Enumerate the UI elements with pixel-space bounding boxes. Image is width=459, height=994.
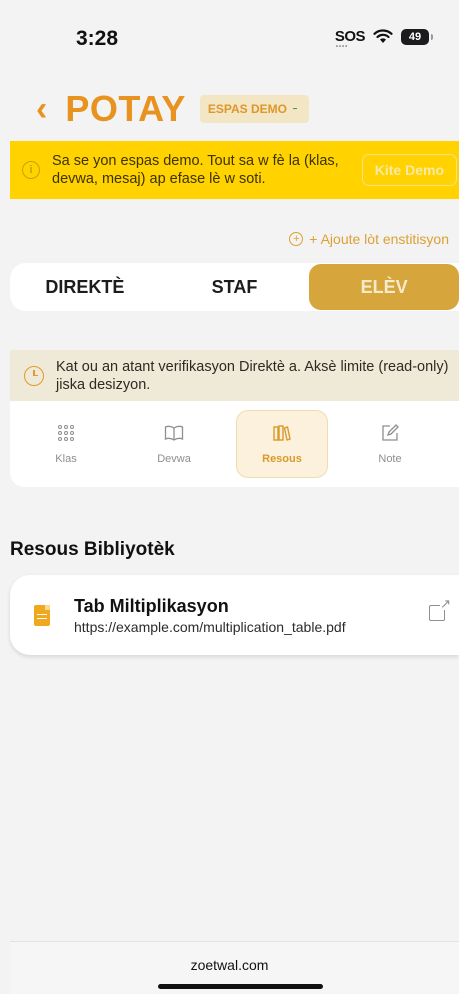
role-tabs: DIREKTÈ STAF ELÈV xyxy=(10,263,459,311)
sos-label: SOS xyxy=(334,28,366,45)
status-time: 3:28 xyxy=(76,27,119,50)
tab-director[interactable]: DIREKTÈ xyxy=(10,263,160,311)
tab-resources[interactable]: Resous xyxy=(236,410,328,478)
status-indicators: SOS •••• 49 xyxy=(334,28,433,50)
page-title: POTAY xyxy=(65,88,186,129)
resources-heading: Resous Bibliyotèk xyxy=(10,539,175,560)
tab-student[interactable]: ELÈV xyxy=(309,264,459,310)
grid-icon xyxy=(58,423,74,443)
resource-card[interactable]: Tab Miltiplikasyon https://example.com/m… xyxy=(10,575,459,655)
tab-homework[interactable]: Devwa xyxy=(128,410,220,478)
tab-homework-label: Devwa xyxy=(157,453,191,465)
resource-info: Tab Miltiplikasyon https://example.com/m… xyxy=(74,596,346,635)
browser-domain[interactable]: zoetwal.com xyxy=(0,957,459,973)
library-icon xyxy=(273,423,291,443)
tab-staff[interactable]: STAF xyxy=(160,263,310,311)
home-indicator[interactable] xyxy=(158,984,323,989)
resource-title: Tab Miltiplikasyon xyxy=(74,595,229,616)
demo-badge: ESPAS DEMO ╴ xyxy=(199,95,309,123)
chevron-left-icon[interactable]: ‹ xyxy=(36,92,47,126)
book-icon xyxy=(164,423,184,443)
battery-level: 49 xyxy=(408,30,422,43)
test-tube-icon: ╴ xyxy=(293,101,301,116)
add-institution-label: + Ajoute lòt enstitisyon xyxy=(309,231,449,247)
edit-note-icon xyxy=(381,423,399,443)
tab-grades-label: Note xyxy=(378,453,402,465)
page-header: ‹ POTAY ESPAS DEMO ╴ xyxy=(36,86,309,132)
signal-dots-icon: •••• xyxy=(335,44,349,50)
battery-icon: 49 xyxy=(401,28,433,45)
resource-url[interactable]: https://example.com/multiplication_table… xyxy=(74,619,346,635)
verification-banner: Kat ou an atant verifikasyon Direktè a. … xyxy=(10,350,459,401)
tab-classes[interactable]: Klas xyxy=(20,410,112,478)
tab-classes-label: Klas xyxy=(55,453,77,465)
demo-badge-label: ESPAS DEMO xyxy=(207,102,287,116)
wifi-icon xyxy=(373,29,393,43)
status-bar: 3:28 SOS •••• 49 xyxy=(0,0,459,80)
open-external-icon[interactable] xyxy=(429,597,451,621)
demo-banner-text: Sa se yon espas demo. Tout sa w fè la (k… xyxy=(52,153,339,187)
tab-grades[interactable]: Note xyxy=(344,410,436,478)
add-institution-link[interactable]: + + Ajoute lòt enstitisyon xyxy=(289,231,449,247)
section-tabs: Klas Devwa Resous Note xyxy=(10,401,459,487)
info-icon: i xyxy=(22,161,40,179)
exit-demo-button[interactable]: Kite Demo xyxy=(361,154,457,186)
tab-resources-label: Resous xyxy=(262,453,302,465)
document-icon xyxy=(34,604,50,626)
clock-icon xyxy=(24,365,44,386)
plus-circle-icon: + xyxy=(289,232,304,246)
sos-indicator: SOS •••• xyxy=(334,28,366,50)
verification-text: Kat ou an atant verifikasyon Direktè a. … xyxy=(56,358,449,393)
demo-banner: i Sa se yon espas demo. Tout sa w fè la … xyxy=(10,141,459,199)
